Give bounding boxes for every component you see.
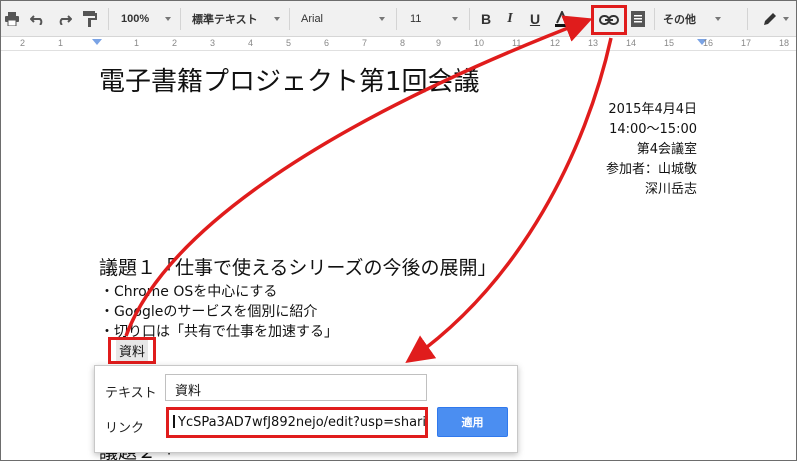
text-label: テキスト — [105, 386, 157, 401]
selected-text[interactable]: 資料 — [115, 340, 148, 361]
agenda-heading: 議題１「仕事で使えるシリーズの今後の展開」 — [99, 257, 497, 279]
link-dialog: テキスト 資料 リンク YcSPa3AD7wfJ892nejo/edit?usp… — [94, 365, 518, 453]
ruler-number: 10 — [474, 38, 485, 48]
indent-marker[interactable] — [92, 39, 102, 45]
link-url-input[interactable]: YcSPa3AD7wfJ892nejo/edit?usp=sharing — [166, 407, 428, 438]
text-cursor — [173, 415, 177, 428]
paint-format-icon[interactable] — [79, 1, 101, 37]
font-size-value: 11 — [410, 13, 422, 25]
ruler-number: 8 — [400, 38, 406, 48]
bold-button[interactable]: B — [475, 1, 497, 37]
ruler-number: 14 — [626, 38, 637, 48]
chevron-down-icon — [274, 17, 280, 21]
font-select[interactable]: Arial — [295, 1, 391, 37]
text-color-icon[interactable] — [551, 1, 573, 37]
bullet-item: ・Googleのサービスを個別に紹介 — [100, 304, 318, 320]
ruler-number: 5 — [286, 38, 292, 48]
toolbar-divider — [108, 8, 109, 30]
ruler-number: 1 — [134, 38, 140, 48]
italic-button[interactable]: I — [499, 1, 521, 37]
link-label: リンク — [105, 421, 145, 436]
ruler-number: 2 — [172, 38, 178, 48]
ruler-number: 12 — [550, 38, 561, 48]
document-title: 電子書籍プロジェクト第1回会議 — [99, 67, 480, 97]
toolbar-divider — [396, 8, 397, 30]
zoom-select[interactable]: 100% — [115, 1, 177, 37]
insert-link-button[interactable] — [591, 5, 627, 35]
meeting-room: 第4会議室 — [636, 142, 697, 157]
comment-icon[interactable] — [627, 1, 649, 37]
ruler-number: 18 — [779, 38, 790, 48]
ruler-number: 17 — [741, 38, 752, 48]
font-size-select[interactable]: 11 — [404, 1, 464, 37]
print-icon[interactable] — [1, 1, 23, 37]
more-label: その他 — [663, 14, 696, 26]
zoom-value: 100% — [121, 13, 150, 25]
chevron-down-icon — [715, 17, 721, 21]
undo-icon[interactable] — [27, 1, 49, 37]
link-url-value: YcSPa3AD7wfJ892nejo/edit?usp=sharing — [178, 415, 428, 430]
ruler: 2 1 1 2 3 4 5 6 7 8 9 10 11 12 13 14 15 … — [1, 37, 796, 51]
link-icon — [599, 15, 619, 25]
style-value: 標準テキスト — [192, 14, 258, 26]
ruler-number: 16 — [703, 38, 714, 48]
meeting-date: 2015年4月4日 — [608, 102, 697, 117]
ruler-number: 11 — [512, 38, 522, 48]
bullet-item: ・Chrome OSを中心にする — [100, 284, 278, 300]
screenshot-frame: 100% 標準テキスト Arial 11 B I U その他 2 1 1 2 3… — [0, 0, 797, 461]
chevron-down-icon[interactable] — [779, 1, 793, 37]
participant-name: 深川岳志 — [644, 182, 697, 197]
toolbar-divider — [180, 8, 181, 30]
participants: 参加者：山城敬 — [605, 162, 697, 177]
ruler-number: 15 — [664, 38, 675, 48]
ruler-number: 6 — [324, 38, 330, 48]
ruler-number: 9 — [436, 38, 442, 48]
ruler-number: 1 — [58, 38, 64, 48]
selected-text-highlight[interactable]: 資料 — [108, 337, 156, 364]
redo-icon[interactable] — [53, 1, 75, 37]
font-value: Arial — [301, 13, 324, 25]
ruler-number: 4 — [248, 38, 254, 48]
ruler-number: 13 — [588, 38, 599, 48]
chevron-down-icon — [165, 17, 171, 21]
apply-button[interactable]: 適用 — [437, 407, 508, 437]
more-menu[interactable]: その他 — [657, 1, 727, 37]
link-text-input[interactable]: 資料 — [165, 374, 427, 401]
toolbar-divider — [654, 8, 655, 30]
style-select[interactable]: 標準テキスト — [186, 1, 286, 37]
ruler-number: 7 — [362, 38, 368, 48]
meeting-time: 14:00〜15:00 — [609, 122, 697, 137]
toolbar: 100% 標準テキスト Arial 11 B I U その他 — [1, 1, 796, 37]
toolbar-divider — [469, 8, 470, 30]
chevron-down-icon — [452, 17, 458, 21]
ruler-number: 3 — [210, 38, 216, 48]
ruler-number: 2 — [20, 38, 26, 48]
underline-button[interactable]: U — [524, 1, 546, 37]
edit-pen-icon[interactable] — [759, 1, 781, 37]
toolbar-divider — [747, 8, 748, 30]
toolbar-divider — [289, 8, 290, 30]
chevron-down-icon — [379, 17, 385, 21]
